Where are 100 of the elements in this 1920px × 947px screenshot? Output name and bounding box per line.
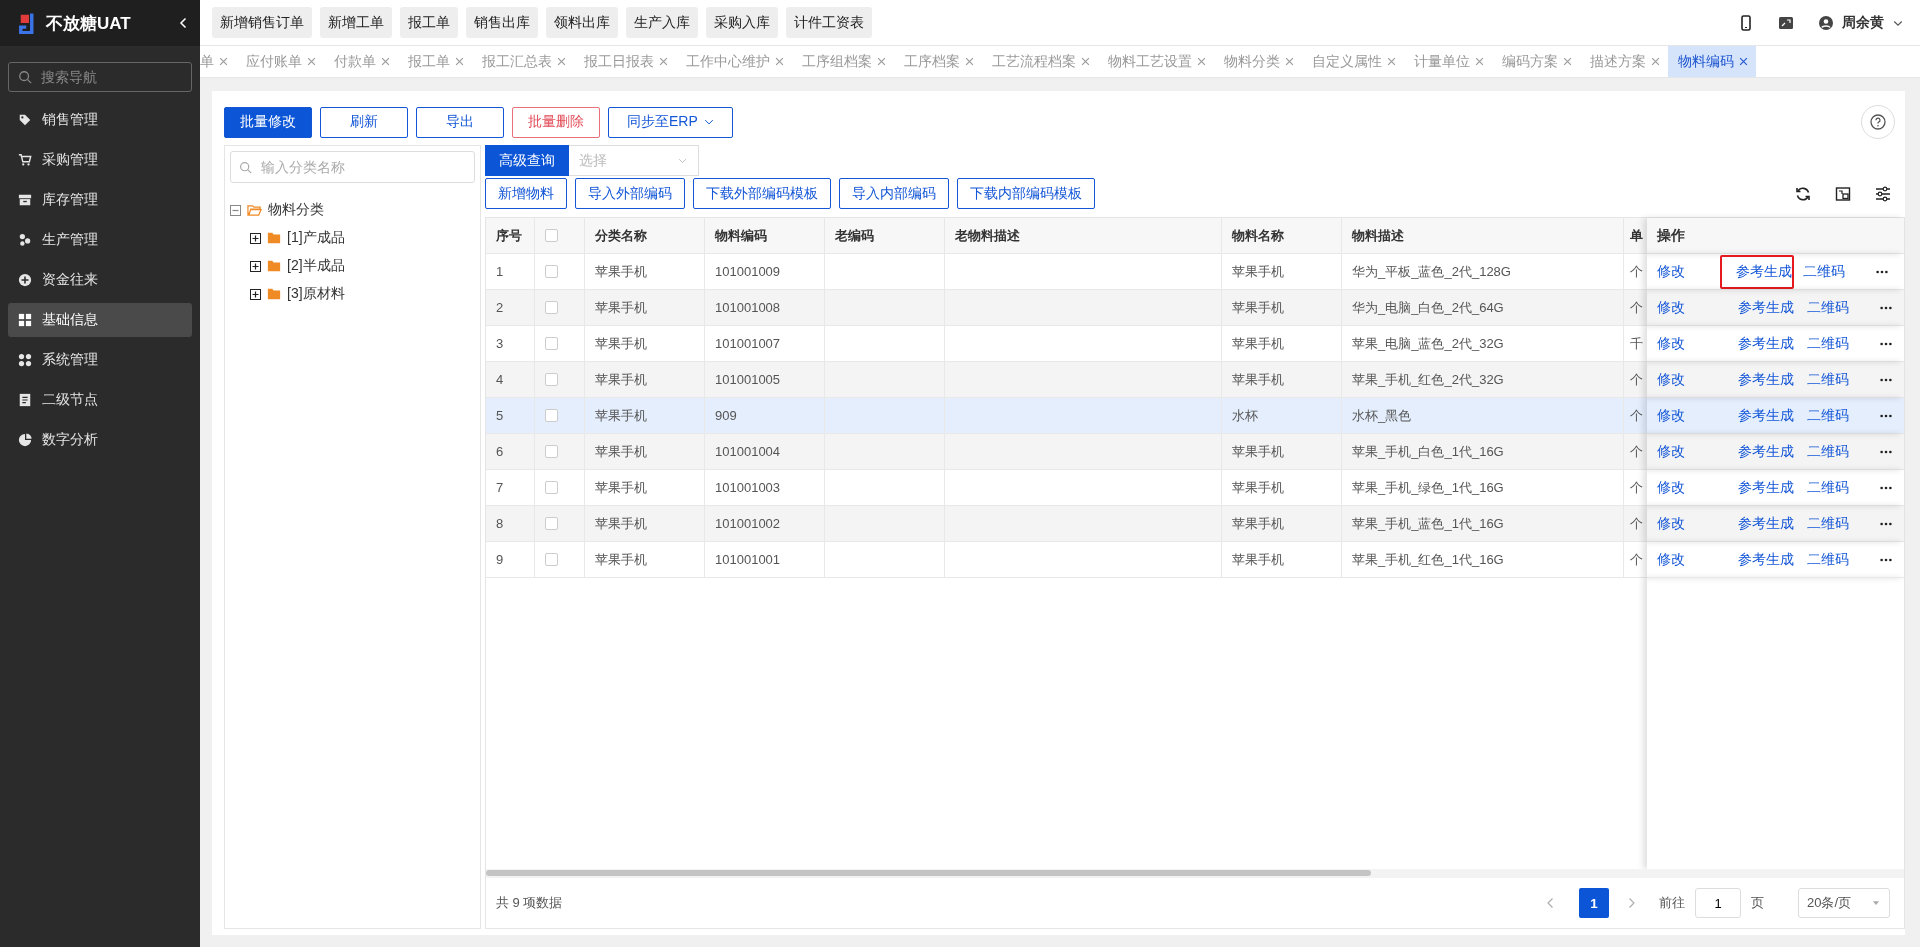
close-icon [1739, 57, 1748, 66]
table-row[interactable]: 9 苹果手机 101001001 苹果手机 苹果_手机_红色_1代_16G 个 修改 参考生成 二维码 [486, 542, 1904, 578]
quick-action-button[interactable]: 生产入库 [626, 7, 698, 38]
generate-link[interactable]: 参考生成 [1738, 514, 1794, 533]
table-row[interactable]: 4 苹果手机 101001005 苹果手机 苹果_手机_红色_2代_32G 个 修改 参考生成 二维码 [486, 362, 1904, 398]
page-input[interactable]: 1 [1695, 888, 1741, 918]
edit-link[interactable]: 修改 [1657, 334, 1685, 353]
edit-link[interactable]: 修改 [1657, 478, 1685, 497]
sidebar-item[interactable]: 资金往来 [8, 263, 192, 297]
row-checkbox[interactable] [545, 481, 558, 494]
quick-action-button[interactable]: 新增销售订单 [212, 7, 312, 38]
close-icon [1475, 57, 1484, 66]
search-field[interactable]: 搜索导航 [8, 62, 192, 92]
help-button[interactable] [1861, 105, 1895, 139]
tree-node[interactable]: [2]半成品 [230, 252, 475, 280]
generate-link[interactable]: 参考生成 [1736, 262, 1792, 281]
row-checkbox[interactable] [545, 517, 558, 530]
quick-action-button[interactable]: 新增工单 [320, 7, 392, 38]
tree-node[interactable]: 物料分类 [230, 196, 475, 224]
refresh-icon [1795, 185, 1811, 202]
qr-code-link[interactable]: 二维码 [1807, 478, 1849, 497]
action-button[interactable]: 下载内部编码模板 [957, 178, 1095, 209]
sidebar-item[interactable]: 数字分析 [8, 423, 192, 457]
row-checkbox[interactable] [545, 301, 558, 314]
generate-link[interactable]: 参考生成 [1738, 298, 1794, 317]
close-icon [1197, 57, 1206, 66]
edit-link[interactable]: 修改 [1657, 550, 1685, 569]
generate-link[interactable]: 参考生成 [1738, 370, 1794, 389]
quick-action-button[interactable]: 报工单 [400, 7, 458, 38]
sidebar-item[interactable]: 基础信息 [8, 303, 192, 337]
row-checkbox[interactable] [545, 553, 558, 566]
action-button[interactable]: 新增物料 [485, 178, 567, 209]
expand-icon [250, 288, 261, 300]
action-button[interactable]: 导入外部编码 [575, 178, 685, 209]
close-icon [659, 57, 668, 66]
generate-link[interactable]: 参考生成 [1738, 406, 1794, 425]
action-button[interactable]: 导入内部编码 [839, 178, 949, 209]
app-logo-text: 不放糖UAT [46, 12, 132, 35]
toolbar-button[interactable]: 刷新 [320, 106, 408, 138]
row-checkbox[interactable] [545, 373, 558, 386]
row-checkbox[interactable] [545, 409, 558, 422]
qr-code-link[interactable]: 二维码 [1807, 442, 1849, 461]
sidebar-item[interactable]: 系统管理 [8, 343, 192, 377]
qr-code-link[interactable]: 二维码 [1807, 550, 1849, 569]
dropdown-button[interactable]: 同步至ERP [608, 106, 733, 138]
tree-node[interactable]: [3]原材料 [230, 280, 475, 308]
scrollbar[interactable] [486, 869, 1904, 878]
quick-action-button[interactable]: 采购入库 [706, 7, 778, 38]
sidebar-item[interactable]: 采购管理 [8, 143, 192, 177]
sidebar-item[interactable]: 库存管理 [8, 183, 192, 217]
sidebar-item[interactable]: 销售管理 [8, 103, 192, 137]
delete-button[interactable]: 批量删除 [512, 106, 600, 138]
qr-code-link[interactable]: 二维码 [1807, 406, 1849, 425]
qr-code-link[interactable]: 二维码 [1807, 370, 1849, 389]
quick-action-button[interactable]: 销售出库 [466, 7, 538, 38]
primary-button[interactable]: 批量修改 [224, 106, 312, 138]
edit-link[interactable]: 修改 [1657, 370, 1685, 389]
close-icon [557, 57, 566, 66]
table-cell: 苹果手机 [585, 542, 705, 578]
table-row[interactable]: 1 苹果手机 101001009 苹果手机 华为_平板_蓝色_2代_128G 个 修改 参考生成 二维码 [486, 254, 1904, 290]
toolbar-button[interactable]: 导出 [416, 106, 504, 138]
generate-link[interactable]: 参考生成 [1738, 478, 1794, 497]
select-all-checkbox[interactable] [545, 229, 558, 242]
generate-link[interactable]: 参考生成 [1738, 442, 1794, 461]
edit-link[interactable]: 修改 [1657, 442, 1685, 461]
category-search-field[interactable]: 输入分类名称 [230, 151, 475, 183]
generate-link[interactable]: 参考生成 [1738, 550, 1794, 569]
row-checkbox[interactable] [545, 337, 558, 350]
table-row[interactable]: 7 苹果手机 101001003 苹果手机 苹果_手机_绿色_1代_16G 个 修改 参考生成 二维码 [486, 470, 1904, 506]
folder-open-icon [247, 202, 262, 218]
edit-link[interactable]: 修改 [1657, 262, 1685, 281]
screen-icon [1778, 14, 1794, 31]
table-row[interactable]: 6 苹果手机 101001004 苹果手机 苹果_手机_白色_1代_16G 个 修改 参考生成 二维码 [486, 434, 1904, 470]
edit-link[interactable]: 修改 [1657, 406, 1685, 425]
edit-link[interactable]: 修改 [1657, 298, 1685, 317]
goto-label: 前往 [1659, 894, 1685, 912]
page-button[interactable]: 1 [1579, 888, 1609, 918]
qr-code-link[interactable]: 二维码 [1807, 334, 1849, 353]
edit-link[interactable]: 修改 [1657, 514, 1685, 533]
page-size-select[interactable]: 20条/页 [1798, 888, 1890, 918]
table-row[interactable]: 5 苹果手机 909 水杯 水杯_黑色 个 修改 参考生成 二维码 [486, 398, 1904, 434]
row-checkbox[interactable] [545, 445, 558, 458]
table-row[interactable]: 3 苹果手机 101001007 苹果手机 苹果_电脑_蓝色_2代_32G 千 修改 参考生成 二维码 [486, 326, 1904, 362]
action-button[interactable]: 下载外部编码模板 [693, 178, 831, 209]
qr-code-link[interactable]: 二维码 [1807, 514, 1849, 533]
row-checkbox[interactable] [545, 265, 558, 278]
close-icon [877, 57, 886, 66]
page-tab[interactable]: 物料编码 [1668, 46, 1756, 77]
sidebar-item[interactable]: 二级节点 [8, 383, 192, 417]
user-name[interactable]: 周余黄 [1842, 13, 1884, 32]
table-row[interactable]: 8 苹果手机 101001002 苹果手机 苹果_手机_蓝色_1代_16G 个 修改 参考生成 二维码 [486, 506, 1904, 542]
tree-node[interactable]: [1]产成品 [230, 224, 475, 252]
generate-link[interactable]: 参考生成 [1738, 334, 1794, 353]
sidebar-item[interactable]: 生产管理 [8, 223, 192, 257]
quick-action-button[interactable]: 领料出库 [546, 7, 618, 38]
quick-action-button[interactable]: 计件工资表 [786, 7, 872, 38]
table-row[interactable]: 2 苹果手机 101001008 苹果手机 华为_电脑_白色_2代_64G 个 修改 参考生成 二维码 [486, 290, 1904, 326]
qr-code-link[interactable]: 二维码 [1807, 298, 1849, 317]
qr-code-link[interactable]: 二维码 [1803, 262, 1845, 281]
advanced-search-button[interactable]: 高级查询 [485, 145, 569, 176]
